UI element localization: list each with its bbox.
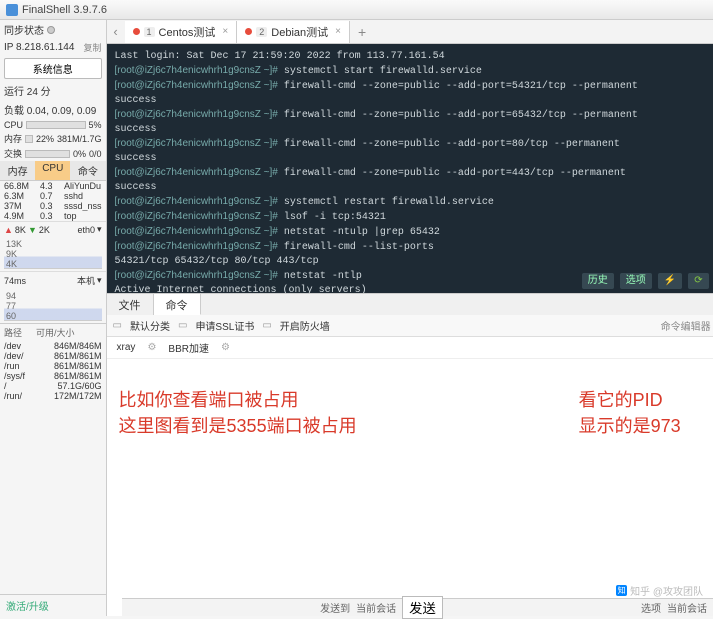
folder-icon[interactable]: ▭ (262, 320, 271, 331)
ip-value: IP 8.218.61.144 (4, 42, 74, 53)
sync-status-row: 同步状态 (0, 20, 106, 39)
disk-row: /57.1G/60G (0, 381, 106, 391)
mem-label: 内存 (4, 132, 22, 145)
hdr-cmd[interactable]: 命令 (70, 161, 105, 180)
status-dot-icon (47, 26, 55, 34)
tab-file[interactable]: 文件 (107, 294, 154, 315)
mem-meter: 内存 22% 381M/1.7G (0, 131, 106, 146)
close-icon[interactable]: × (335, 26, 341, 37)
status-dot-icon (245, 28, 252, 35)
gear-icon[interactable]: ⚙ (147, 342, 156, 353)
proc-row: 37M0.3sssd_nss (0, 201, 106, 211)
add-tab-button[interactable]: + (350, 24, 374, 40)
ping-val: 74ms (4, 276, 26, 286)
swap-pct: 0% (73, 149, 86, 159)
tab-label: Centos测试 (159, 24, 216, 40)
chevron-down-icon[interactable]: ▾ (97, 275, 102, 286)
options-button[interactable]: 选项 (620, 273, 652, 289)
cmd-row: xray ⚙ BBR加速 ⚙ (107, 337, 713, 359)
disk-row: /run/172M/172M (0, 391, 106, 401)
cmd-bbr[interactable]: BBR加速 (168, 340, 209, 355)
refresh-icon[interactable]: ⟳ (688, 273, 708, 289)
disk-row: /sys/f861M/861M (0, 371, 106, 381)
mem-val: 381M/1.7G (57, 134, 102, 144)
system-info-button[interactable]: 系统信息 (4, 58, 102, 79)
send-to-label: 发送到 (320, 600, 350, 615)
local-label: 本机 (77, 274, 95, 287)
watermark: 知 知乎 @攻攻团队 (616, 583, 703, 598)
annotation-right: 看它的PID 显示的是973 (579, 387, 681, 439)
titlebar: FinalShell 3.9.7.6 (0, 0, 713, 20)
sidebar: 同步状态 IP 8.218.61.144 复制 系统信息 运行 24 分 负载 … (0, 20, 107, 616)
folder-icon[interactable]: ▭ (113, 320, 122, 331)
disk-row: /dev846M/846M (0, 341, 106, 351)
tabs-row: ‹ 1 Centos测试 × 2 Debian测试 × + (107, 20, 713, 44)
zhihu-icon: 知 (616, 585, 627, 596)
cmd-xray[interactable]: xray (117, 342, 136, 353)
footer: 发送到 当前会话 发送 选项 当前会话 (122, 598, 713, 616)
proc-list: 66.8M4.3AliYunDu 6.3M0.7sshd 37M0.3sssd_… (0, 181, 106, 221)
cmd-category-bar: ▭ 默认分类 ▭ 申请SSL证书 ▭ 开启防火墙 命令编辑器 (107, 315, 713, 337)
disk-list: /dev846M/846M /dev/861M/861M /run861M/86… (0, 341, 106, 401)
sync-label: 同步状态 (4, 22, 44, 37)
hdr-mem[interactable]: 内存 (0, 161, 35, 180)
close-icon[interactable]: × (222, 26, 228, 37)
tab-debian[interactable]: 2 Debian测试 × (237, 21, 350, 43)
footer-current[interactable]: 当前会话 (667, 600, 707, 615)
history-button[interactable]: 历史 (582, 273, 614, 289)
swap-val: 0/0 (89, 149, 102, 159)
ip-row: IP 8.218.61.144 复制 (0, 39, 106, 56)
ping-row: 74ms 本机 ▾ (0, 271, 106, 289)
disk-header: 路径可用/大小 (0, 323, 106, 341)
arrow-down-icon: ▼ (28, 225, 37, 235)
tab-cmd[interactable]: 命令 (154, 294, 201, 315)
annotation-left: 比如你查看端口被占用 这里图看到是5355端口被占用 (119, 387, 357, 439)
proc-row: 6.3M0.7sshd (0, 191, 106, 201)
activate-link[interactable]: 激活/升级 (0, 594, 106, 616)
term-toolbar: 历史选项 ⚡ ⟳ (582, 273, 709, 289)
tab-num: 1 (144, 27, 155, 37)
cat-default[interactable]: 默认分类 (130, 318, 170, 333)
net-sparkline: 13K 9K 4K (4, 239, 102, 269)
proc-header: 内存 CPU 命令 (0, 161, 106, 181)
app-title: FinalShell 3.9.7.6 (22, 4, 107, 16)
right-pane: ‹ 1 Centos测试 × 2 Debian测试 × + Last login… (107, 20, 713, 616)
tab-num: 2 (256, 27, 267, 37)
mem-pct: 22% (36, 134, 54, 144)
swap-meter: 交换 0% 0/0 (0, 146, 106, 161)
terminal[interactable]: Last login: Sat Dec 17 21:59:20 2022 fro… (107, 44, 713, 293)
current-session[interactable]: 当前会话 (356, 600, 396, 615)
uptime: 运行 24 分 (0, 81, 106, 100)
bottom-tabs: 文件 命令 (107, 293, 713, 315)
iface: eth0 (77, 225, 95, 235)
disk-row: /run861M/861M (0, 361, 106, 371)
proc-row: 4.9M0.3top (0, 211, 106, 221)
footer-options[interactable]: 选项 (641, 600, 661, 615)
load: 负载 0.04, 0.09, 0.09 (0, 100, 106, 119)
gear-icon[interactable]: ⚙ (221, 342, 230, 353)
tab-centos[interactable]: 1 Centos测试 × (125, 21, 238, 43)
cat-firewall[interactable]: 开启防火墙 (280, 318, 330, 333)
nav-prev-icon[interactable]: ‹ (107, 24, 125, 39)
annotation-area: 比如你查看端口被占用 这里图看到是5355端口被占用 看它的PID 显示的是97… (107, 359, 713, 616)
chevron-down-icon[interactable]: ▾ (97, 224, 102, 235)
cpu-pct: 5% (89, 120, 102, 130)
cpu-label: CPU (4, 120, 23, 130)
app-logo-icon (6, 4, 18, 16)
bolt-icon[interactable]: ⚡ (658, 273, 682, 289)
net-row: ▲8K ▼2K eth0 ▾ (0, 221, 106, 237)
cpu-meter: CPU 5% (0, 119, 106, 131)
swap-label: 交换 (4, 147, 22, 160)
folder-icon[interactable]: ▭ (178, 320, 187, 331)
copy-button[interactable]: 复制 (84, 41, 102, 54)
ping-sparkline: 94 77 60 (4, 291, 102, 321)
hdr-cpu[interactable]: CPU (35, 161, 70, 180)
tab-label: Debian测试 (271, 24, 328, 40)
cat-ssl[interactable]: 申请SSL证书 (195, 318, 254, 333)
arrow-up-icon: ▲ (4, 225, 13, 235)
status-dot-icon (133, 28, 140, 35)
disk-row: /dev/861M/861M (0, 351, 106, 361)
cmd-editor-link[interactable]: 命令编辑器 (661, 318, 711, 333)
proc-row: 66.8M4.3AliYunDu (0, 181, 106, 191)
